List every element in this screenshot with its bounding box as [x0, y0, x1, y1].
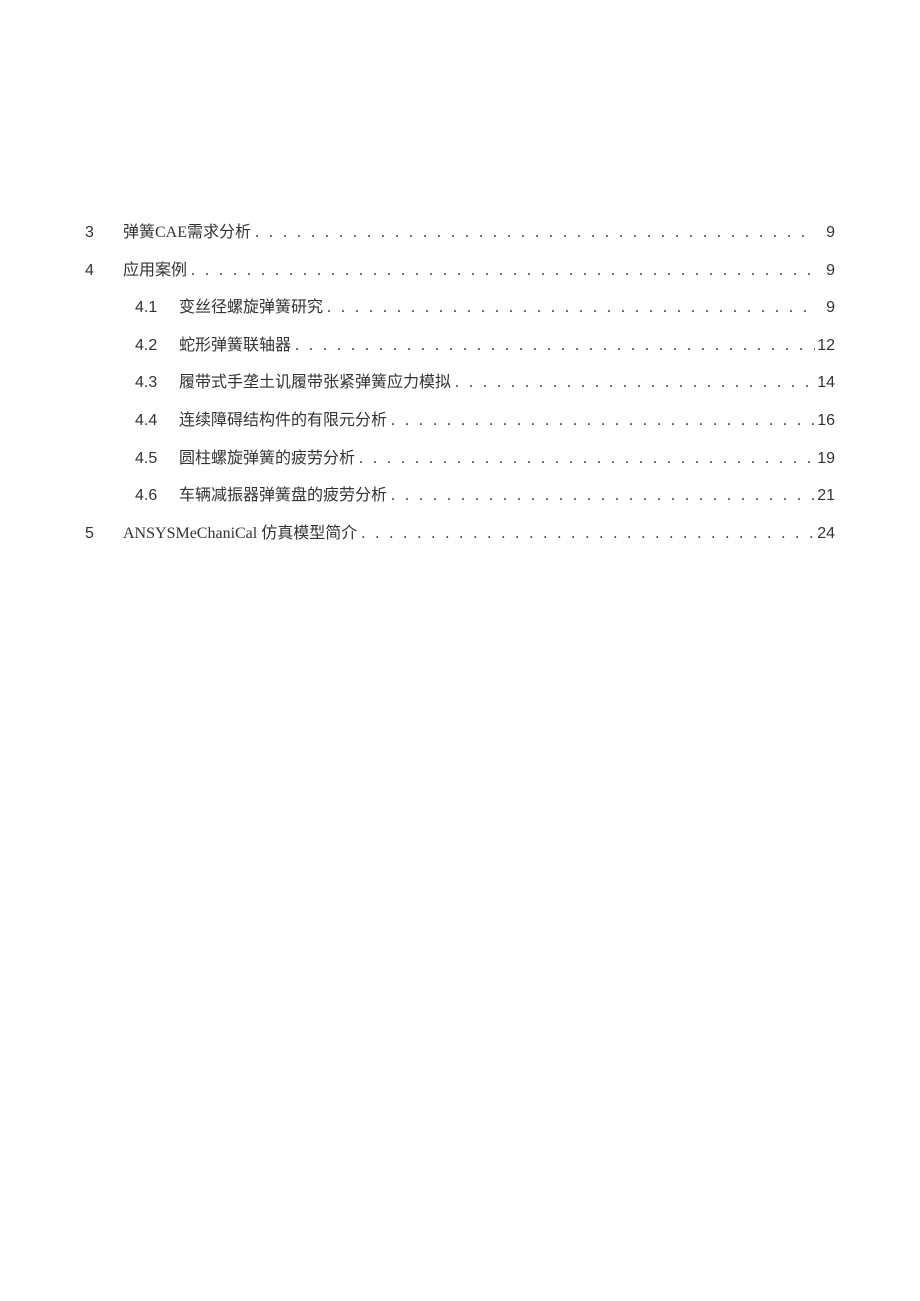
toc-number: 3 — [85, 220, 123, 246]
toc-page: 16 — [815, 408, 835, 434]
toc-number: 4.3 — [135, 370, 179, 396]
toc-page: 12 — [815, 333, 835, 359]
toc-entry: 4.3 履带式手垄土讥履带张紧弹簧应力模拟 14 — [135, 370, 835, 396]
toc-page: 9 — [815, 258, 835, 284]
toc-number: 4.2 — [135, 333, 179, 359]
toc-leader — [187, 258, 815, 284]
toc-leader — [357, 521, 815, 547]
toc-title: 圆柱螺旋弹簧的疲劳分析 — [179, 446, 355, 472]
toc-title: 履带式手垄土讥履带张紧弹簧应力模拟 — [179, 370, 451, 396]
toc-title: 车辆减振器弹簧盘的疲劳分析 — [179, 483, 387, 509]
toc-page: 9 — [815, 295, 835, 321]
toc-title: ANSYSMeChaniCal 仿真模型简介 — [123, 521, 357, 547]
toc-leader — [291, 333, 815, 359]
toc-leader — [387, 483, 815, 509]
toc-number: 5 — [85, 521, 123, 547]
toc-number: 4.1 — [135, 295, 179, 321]
toc-leader — [355, 446, 815, 472]
toc-leader — [387, 408, 815, 434]
toc-number: 4.4 — [135, 408, 179, 434]
toc-title: 蛇形弹簧联轴器 — [179, 333, 291, 359]
toc-title: 连续障碍结构件的有限元分析 — [179, 408, 387, 434]
toc-entry: 4.4 连续障碍结构件的有限元分析 16 — [135, 408, 835, 434]
toc-page: 24 — [815, 521, 835, 547]
toc-leader — [251, 220, 815, 246]
toc-page: 14 — [815, 370, 835, 396]
toc-number: 4.6 — [135, 483, 179, 509]
toc-entry: 4.2 蛇形弹簧联轴器 12 — [135, 333, 835, 359]
toc-entry: 5 ANSYSMeChaniCal 仿真模型简介 24 — [85, 521, 835, 547]
toc-entry: 4.6 车辆减振器弹簧盘的疲劳分析 21 — [135, 483, 835, 509]
toc-entry: 3 弹簧CAE需求分析 9 — [85, 220, 835, 246]
toc-leader — [451, 370, 815, 396]
toc-entry: 4.1 变丝径螺旋弹簧研究 9 — [135, 295, 835, 321]
toc-entry: 4 应用案例 9 — [85, 258, 835, 284]
toc-title: 变丝径螺旋弹簧研究 — [179, 295, 323, 321]
toc-page: 9 — [815, 220, 835, 246]
toc-leader — [323, 295, 815, 321]
toc-entry: 4.5 圆柱螺旋弹簧的疲劳分析 19 — [135, 446, 835, 472]
table-of-contents: 3 弹簧CAE需求分析 9 4 应用案例 9 4.1 变丝径螺旋弹簧研究 9 4… — [85, 220, 835, 546]
toc-title: 应用案例 — [123, 258, 187, 284]
toc-title: 弹簧CAE需求分析 — [123, 220, 251, 246]
toc-page: 19 — [815, 446, 835, 472]
toc-number: 4 — [85, 258, 123, 284]
toc-number: 4.5 — [135, 446, 179, 472]
toc-page: 21 — [815, 483, 835, 509]
